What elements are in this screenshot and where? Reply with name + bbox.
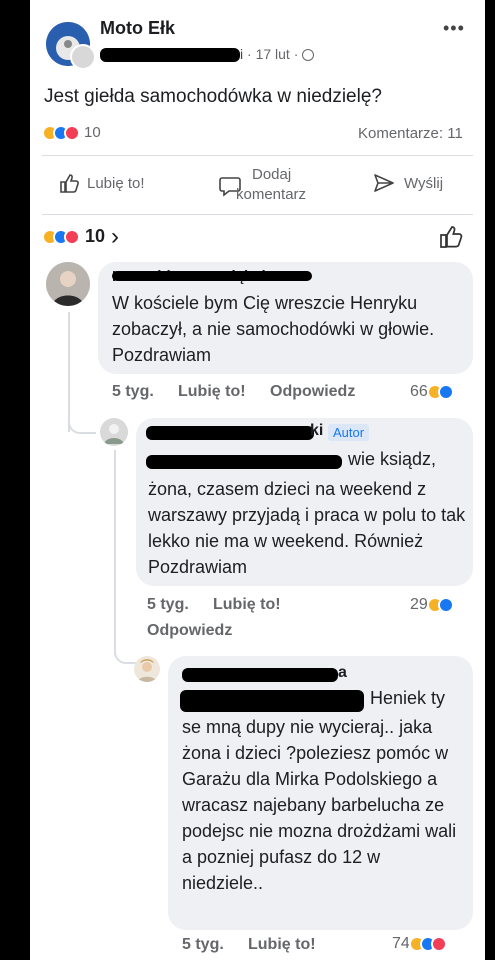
post-meta: i · 17 lut · [240, 46, 315, 62]
love-reaction-icon [430, 936, 447, 952]
reply-author-suffix[interactable]: ki [310, 422, 323, 440]
thumbs-up-icon [60, 174, 79, 193]
comment-reaction-count: 66 [410, 383, 428, 400]
thread-line [68, 312, 70, 432]
reply-like-link[interactable]: Lubię to! [213, 596, 281, 614]
second-reply-avatar[interactable] [134, 656, 160, 682]
scribble-redaction [112, 271, 312, 281]
second-reply-time: 5 tyg. [182, 936, 224, 953]
group-name[interactable]: Moto Ełk [100, 18, 175, 39]
comment-text: W kościele bym Cię wreszcie Henryku zoba… [112, 293, 435, 365]
like-reaction-icon [437, 384, 454, 400]
reply-reactions[interactable]: 29 [410, 596, 454, 614]
comment-reactions[interactable]: 66 [410, 383, 454, 401]
comment-time: 5 tyg. [112, 383, 154, 400]
like-reaction-icon [437, 597, 454, 613]
comment-button-label-line2: komentarz [236, 186, 307, 203]
comments-count[interactable]: Komentarze: 11 [358, 125, 463, 142]
post-date[interactable]: · 17 lut · [247, 46, 298, 62]
comment-like-link[interactable]: Lubię to! [178, 383, 246, 401]
reply-bubble: ki Autor wie ksiądz, żona, czasem dzieci… [136, 418, 473, 586]
comment-reply-link[interactable]: Odpowiedz [270, 383, 355, 401]
post-text: Jest giełda samochodówka w niedzielę? [44, 86, 382, 107]
commenter-avatar[interactable] [46, 262, 90, 306]
second-reply-author-suffix[interactable]: a [338, 664, 347, 682]
more-dots-icon[interactable]: ••• [443, 18, 465, 39]
second-reply-text-tail: Heniek ty [370, 688, 446, 708]
author-badge: Autor [328, 424, 370, 441]
second-reply-reactions[interactable]: 74 [392, 935, 447, 953]
second-reply-reaction-count: 74 [392, 935, 410, 952]
reply-reaction-count: 29 [410, 596, 428, 613]
thumbs-up-outline-icon[interactable] [438, 224, 464, 250]
redacted-second-author [182, 668, 338, 682]
send-arrow-icon [374, 174, 394, 192]
thread-branch [114, 650, 136, 664]
second-reply-bubble: a Heniek ty se mną dupy nie wycieraj.. j… [168, 656, 473, 930]
second-reply-like-link[interactable]: Lubię to! [248, 936, 316, 954]
reaction-summary[interactable]: 10 › [42, 224, 119, 248]
thread-branch [68, 420, 96, 434]
priest-photo-icon [46, 262, 90, 306]
globe-icon [302, 49, 315, 62]
love-reaction-icon [64, 228, 80, 245]
redacted-author-name [100, 48, 240, 62]
post-reactions[interactable]: 10 [42, 124, 101, 141]
action-bar-divider [42, 155, 473, 156]
user-photo-icon [134, 656, 160, 682]
love-reaction-icon [64, 124, 80, 141]
chevron-right-icon[interactable]: › [111, 224, 119, 248]
action-bar-divider-bottom [42, 214, 473, 215]
redacted-mention [146, 455, 342, 469]
post-reaction-count: 10 [84, 124, 101, 141]
thread-line [114, 450, 116, 655]
comment-bubble: Ks Waldemar Gołąbek W kościele bym Cię w… [98, 262, 473, 374]
like-button[interactable]: Lubię to! [58, 172, 145, 194]
second-reply-text: se mną dupy nie wycieraj.. jaka żona i d… [182, 717, 457, 893]
user-photo-icon [100, 418, 128, 446]
user-mini-avatar[interactable] [70, 44, 96, 70]
reply-author-avatar[interactable] [100, 418, 128, 446]
author-suffix: i [240, 46, 244, 62]
reply-time: 5 tyg. [147, 596, 189, 613]
send-button[interactable]: Wyślij [372, 172, 443, 194]
comment-button-label-line1: Dodaj [252, 166, 292, 183]
send-button-label: Wyślij [404, 174, 444, 192]
like-button-label: Lubię to! [87, 174, 145, 192]
reaction-summary-count: 10 [85, 226, 106, 246]
redacted-second-mention [180, 690, 364, 712]
redacted-reply-author [146, 426, 314, 440]
comment-button[interactable]: Dodaj komentarz [218, 166, 338, 206]
reply-text: żona, czasem dzieci na weekend z warszaw… [148, 479, 466, 577]
facebook-post-screen: Moto Ełk i · 17 lut · ••• Jest giełda sa… [30, 0, 485, 960]
reply-reply-link[interactable]: Odpowiedz [147, 622, 232, 640]
reply-text-tail: wie ksiądz, [348, 449, 437, 469]
